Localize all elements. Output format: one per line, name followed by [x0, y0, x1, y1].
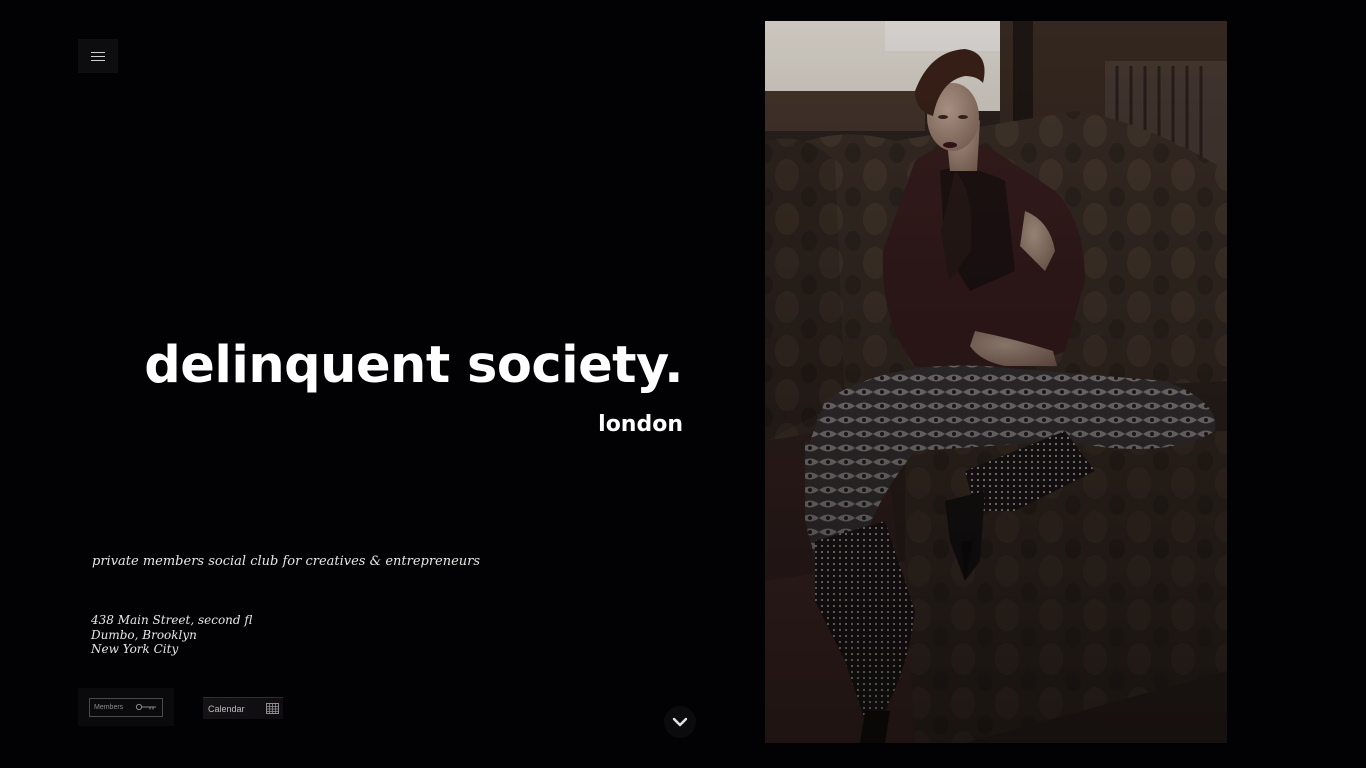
scroll-down-button[interactable] [664, 706, 696, 738]
address-line: Dumbo, Brooklyn [91, 627, 197, 642]
address: 438 Main Street, second fl Dumbo, Brookl… [91, 613, 252, 657]
chevron-down-icon [672, 717, 688, 727]
key-icon [135, 703, 156, 711]
calendar-label: Calendar [208, 703, 245, 714]
calendar-button[interactable]: Calendar [203, 697, 283, 719]
photo-illustration [765, 21, 1227, 743]
tagline: private members social club for creative… [92, 554, 481, 569]
brand-title: delinquent society. [144, 336, 683, 395]
hamburger-menu-icon [91, 51, 105, 61]
brand-city: london [598, 412, 683, 437]
members-button-frame: Members [89, 697, 163, 717]
model-on-sofa-photo [765, 21, 1227, 743]
calendar-grid-icon [266, 703, 279, 714]
landing-page: delinquent society. london private membe… [0, 0, 1366, 768]
address-line: New York City [91, 642, 179, 656]
members-button[interactable]: Members [78, 688, 174, 726]
members-label: Members [94, 703, 124, 711]
menu-button[interactable] [78, 39, 118, 73]
address-line: 438 Main Street, second fl [91, 613, 253, 627]
